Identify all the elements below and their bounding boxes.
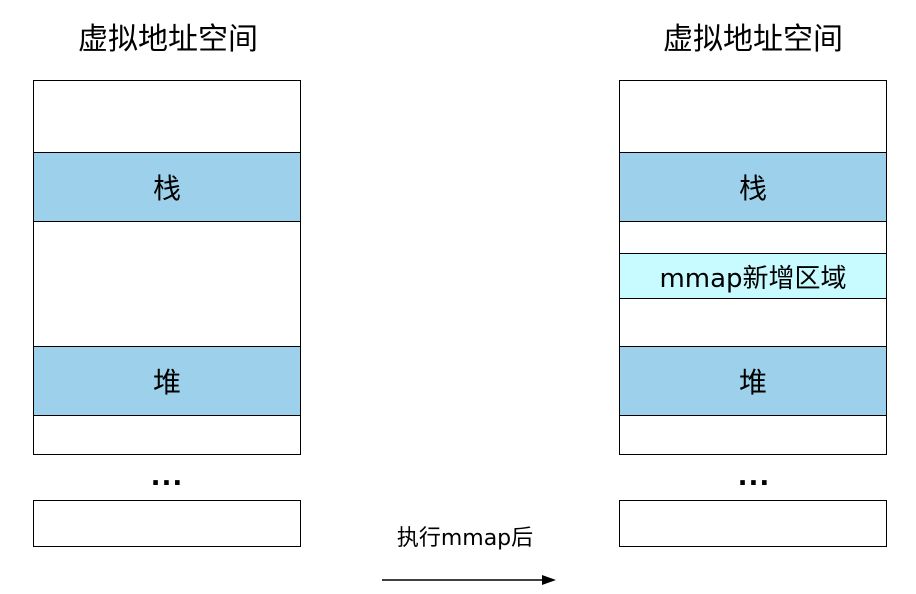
left-stack-segment: 栈 <box>33 152 301 222</box>
left-ellipsis: ... <box>150 462 184 492</box>
left-heap-label: 堆 <box>152 366 181 399</box>
right-heap-segment: 堆 <box>619 346 887 416</box>
right-stack-label: 栈 <box>738 172 767 205</box>
left-stack-label: 栈 <box>152 172 181 205</box>
right-ellipsis: ... <box>737 462 771 492</box>
left-bottom-block <box>33 500 301 547</box>
right-mmap-segment: mmap新增区域 <box>619 253 887 299</box>
right-heap-label: 堆 <box>738 366 767 399</box>
left-title: 虚拟地址空间 <box>78 22 258 57</box>
right-bottom-block <box>619 500 887 547</box>
right-title: 虚拟地址空间 <box>663 22 843 57</box>
left-heap-segment: 堆 <box>33 346 301 416</box>
right-mmap-label: mmap新增区域 <box>659 263 847 294</box>
arrow-caption: 执行mmap后 <box>396 526 534 551</box>
right-arrow-icon <box>382 575 556 585</box>
right-stack-segment: 栈 <box>619 152 887 222</box>
